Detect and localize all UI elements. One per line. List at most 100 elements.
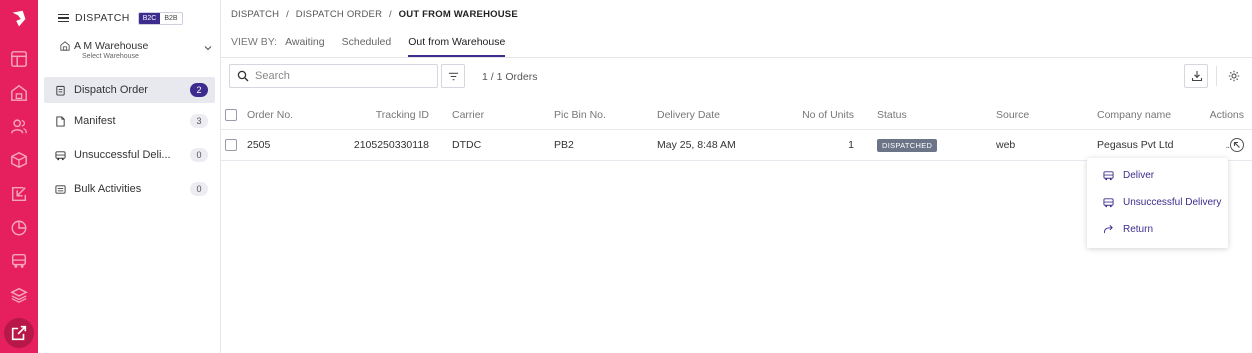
sidebar-item-label: Manifest (74, 115, 116, 127)
menu-item-return[interactable]: Return (1087, 218, 1228, 240)
order-no-cell: 2505 (247, 139, 271, 151)
sidebar-item-label: Dispatch Order (74, 84, 148, 96)
truck-icon (55, 150, 66, 161)
carrier-cell: DTDC (452, 139, 482, 151)
breadcrumb-separator: / (286, 9, 289, 20)
tab-out-from-warehouse[interactable]: Out from Warehouse (408, 36, 506, 57)
nav-rail (0, 0, 38, 353)
sidebar-item-manifest[interactable]: Manifest 3 (44, 108, 215, 134)
warehouse-select[interactable]: A M Warehouse Select Warehouse (58, 40, 218, 66)
b2c-b2b-toggle: B2C B2B (137, 11, 183, 25)
warehouse-name: A M Warehouse (74, 40, 149, 52)
download-button[interactable] (1184, 64, 1208, 88)
column-header[interactable]: Pic Bin No. (554, 100, 634, 129)
row-actions-menu: Deliver Unsuccessful Delivery Return (1087, 158, 1228, 248)
return-arrow-icon (1103, 224, 1114, 235)
toggle-b2b[interactable]: B2B (160, 12, 182, 24)
column-header[interactable]: Delivery Date (657, 100, 757, 129)
layout-icon[interactable] (10, 50, 28, 68)
sidebar-item-label: Unsuccessful Deli... (74, 149, 171, 161)
more-dots-icon: .. (1225, 139, 1229, 151)
truck-icon (1103, 197, 1114, 208)
toolbar-divider (1216, 66, 1217, 86)
breadcrumb: DISPATCH / DISPATCH ORDER / OUT FROM WAR… (231, 9, 518, 20)
orders-table: Order No. Tracking ID Carrier Pic Bin No… (221, 100, 1252, 161)
breadcrumb-item[interactable]: DISPATCH (231, 9, 279, 20)
column-header: Actions (1209, 108, 1244, 121)
layers-icon[interactable] (10, 286, 28, 304)
orders-count: 1 / 1 Orders (482, 71, 538, 83)
pic-bin-cell: PB2 (554, 139, 574, 151)
column-header[interactable]: Tracking ID (351, 100, 429, 129)
tabs-divider (221, 57, 1252, 58)
menu-item-label: Unsuccessful Delivery (1123, 196, 1222, 208)
document-icon (55, 115, 66, 127)
search-box (229, 64, 438, 88)
users-icon[interactable] (10, 117, 28, 135)
count-badge: 0 (190, 182, 208, 196)
tab-scheduled[interactable]: Scheduled (342, 36, 392, 57)
sidebar-item-unsuccessful-delivery[interactable]: Unsuccessful Deli... 0 (44, 142, 215, 168)
app-root: DISPATCH B2C B2B A M Warehouse Select Wa… (0, 0, 1252, 353)
table-row[interactable]: 2505 2105250330118 DTDC PB2 May 25, 8:48… (221, 130, 1252, 161)
count-badge: 0 (190, 148, 208, 162)
tab-awaiting[interactable]: Awaiting (285, 36, 325, 57)
settings-button[interactable] (1224, 66, 1244, 86)
arrow-up-left-icon (1233, 141, 1240, 148)
column-header[interactable]: Source (996, 100, 1066, 129)
inbound-icon[interactable] (10, 185, 28, 203)
column-header[interactable]: Order No. (247, 100, 327, 129)
view-by-tabs: VIEW BY: Awaiting Scheduled Out from War… (231, 36, 522, 58)
filter-icon (448, 72, 459, 81)
toggle-b2c[interactable]: B2C (138, 12, 161, 24)
view-by-label: VIEW BY: (231, 36, 278, 48)
main-content: DISPATCH / DISPATCH ORDER / OUT FROM WAR… (221, 0, 1252, 353)
external-link-button[interactable] (4, 318, 34, 348)
actions-cell: .. (1211, 130, 1244, 160)
filter-button[interactable] (441, 64, 465, 88)
status-cell: DISPATCHED (877, 130, 957, 160)
clipboard-icon (55, 85, 66, 96)
status-badge: DISPATCHED (877, 138, 938, 152)
count-badge: 2 (190, 83, 208, 97)
brand-logo-icon[interactable] (8, 8, 30, 30)
row-select-cell (225, 130, 239, 160)
menu-item-label: Return (1123, 223, 1154, 235)
gear-icon (1228, 70, 1240, 82)
sidebar-item-dispatch-order[interactable]: Dispatch Order 2 (44, 77, 215, 103)
chart-pie-icon[interactable] (10, 219, 28, 237)
download-icon (1191, 71, 1203, 82)
breadcrumb-item[interactable]: DISPATCH ORDER (296, 9, 382, 20)
units-cell: 1 (848, 139, 854, 151)
actions-button[interactable] (1230, 138, 1244, 152)
external-link-icon (11, 325, 27, 341)
sidebar-item-label: Bulk Activities (74, 183, 142, 195)
count-badge: 3 (190, 114, 208, 128)
column-header[interactable]: Carrier (452, 100, 522, 129)
column-header[interactable]: No of Units (776, 100, 854, 129)
breadcrumb-separator: / (388, 9, 392, 20)
sidebar-header: DISPATCH B2C B2B (58, 10, 183, 26)
sidebar-title: DISPATCH (75, 12, 130, 24)
search-input[interactable] (255, 68, 425, 84)
box-icon[interactable] (10, 151, 28, 169)
select-all-cell (225, 100, 239, 129)
hamburger-icon[interactable] (58, 13, 69, 23)
dispatch-sidebar: DISPATCH B2C B2B A M Warehouse Select Wa… (38, 0, 221, 353)
menu-item-deliver[interactable]: Deliver (1087, 164, 1228, 186)
menu-item-label: Deliver (1123, 169, 1155, 181)
stack-icon (55, 184, 66, 195)
truck-icon[interactable] (10, 252, 28, 270)
sidebar-item-bulk-activities[interactable]: Bulk Activities 0 (44, 176, 215, 202)
warehouse-icon (60, 41, 70, 51)
company-cell: Pegasus Pvt Ltd (1097, 139, 1174, 151)
select-all-checkbox[interactable] (225, 108, 237, 121)
truck-icon (1103, 170, 1114, 181)
menu-item-unsuccessful-delivery[interactable]: Unsuccessful Delivery (1087, 191, 1228, 213)
chevron-down-icon (204, 46, 212, 51)
tracking-id-cell: 2105250330118 (353, 139, 429, 151)
column-header[interactable]: Status (877, 100, 947, 129)
warehouse-sublabel: Select Warehouse (82, 53, 139, 60)
warehouse-icon[interactable] (10, 84, 28, 102)
row-checkbox[interactable] (225, 139, 237, 151)
